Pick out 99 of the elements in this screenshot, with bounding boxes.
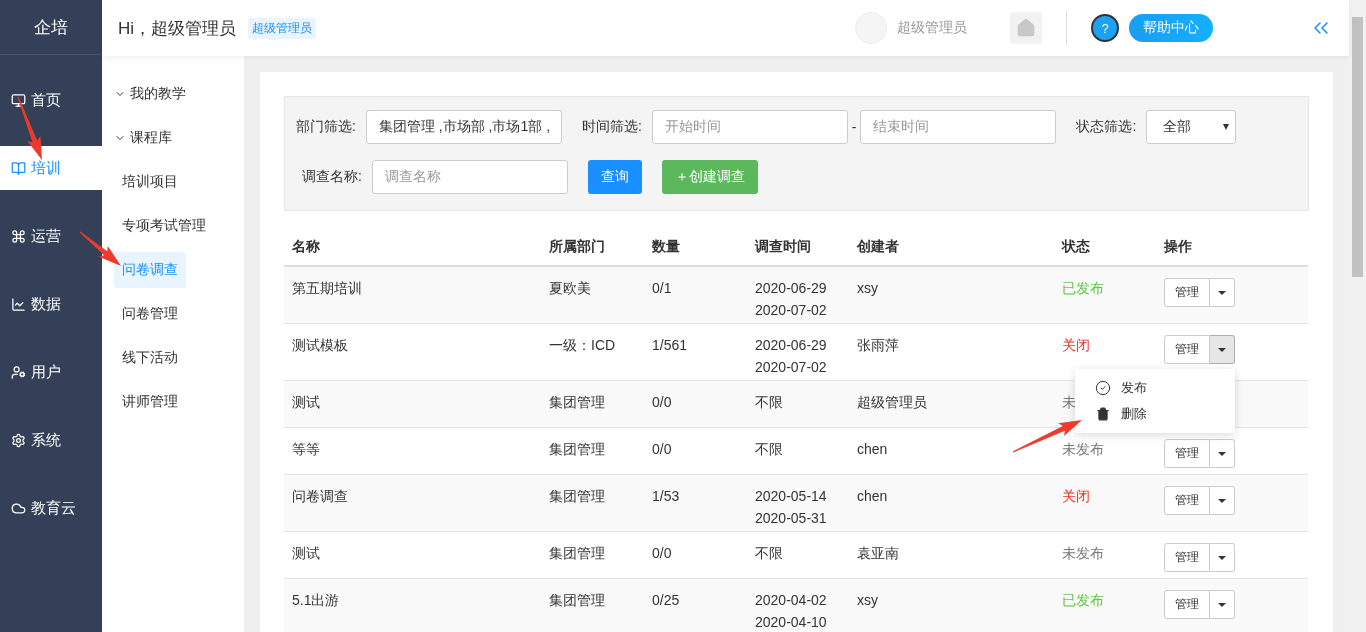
manage-button[interactable]: 管理 (1164, 543, 1210, 572)
table-cell-text: 5.1出游 (291, 591, 341, 610)
table-cell-text: 0/0 (651, 440, 673, 459)
menu-group[interactable]: 我的教学 (114, 76, 194, 112)
monitor-icon (11, 92, 26, 108)
field-label: 部门筛选: (296, 118, 356, 136)
menu-item[interactable]: 线下活动 (114, 340, 186, 376)
table-cell-text: 0/25 (651, 591, 681, 610)
manage-button[interactable]: 管理 (1164, 278, 1210, 307)
menu-item[interactable]: 专项考试管理 (114, 208, 214, 244)
field-label: 调查名称: (302, 168, 362, 186)
nav-item[interactable]: 数据 (0, 282, 102, 326)
table-cell-text: 等等 (291, 440, 321, 459)
nav-item[interactable]: 教育云 (0, 486, 102, 530)
user-icon (11, 364, 26, 380)
table-cell-text: 集团管理 (548, 393, 606, 412)
table-cell-text: 2020-06-29 2020-07-02 (754, 336, 828, 377)
home-button[interactable] (1010, 12, 1042, 44)
table-cell-text: 1/561 (651, 336, 689, 355)
table-cell-text: 问卷调查 (291, 487, 349, 506)
table-cell-text: 2020-04-02 2020-04-10 (754, 591, 828, 632)
table-cell-text: 夏欧美 (548, 279, 592, 298)
table-cell-text: 第五期培训 (291, 279, 363, 298)
table-cell-text: 不限 (754, 544, 784, 563)
trash-icon (1095, 406, 1111, 422)
chart-icon (11, 296, 26, 312)
table-cell-text: 2020-06-29 2020-07-02 (754, 279, 828, 320)
table-cell-text: 测试模板 (291, 336, 349, 355)
table-cell-text: 集团管理 (548, 591, 606, 610)
dropdown-toggle[interactable] (1210, 590, 1235, 619)
nav-item[interactable]: 用户 (0, 350, 102, 394)
status-text: 已发布 (1062, 591, 1104, 610)
annotation-arrow (79, 231, 121, 266)
manage-button[interactable]: 管理 (1164, 590, 1210, 619)
table-cell-text: 集团管理 (548, 487, 606, 506)
table-cell-text: 集团管理 (548, 440, 606, 459)
dropdown-toggle[interactable] (1210, 543, 1235, 572)
table-cell-text: 超级管理员 (856, 393, 928, 412)
table-cell-text: 不限 (754, 440, 784, 459)
table-cell-text: 测试 (291, 393, 321, 412)
table-cell-text: xsy (856, 279, 879, 298)
table-cell-text: 测试 (291, 544, 321, 563)
menu-item[interactable]: 讲师管理 (114, 384, 186, 420)
home-icon (1016, 18, 1036, 38)
status-text: 未发布 (1062, 440, 1104, 459)
table-cell-text: 集团管理 (548, 544, 606, 563)
column-header: 调查时间 (753, 238, 812, 256)
nav-item[interactable]: 运营 (0, 214, 102, 258)
cloud-icon (11, 500, 26, 516)
greeting: Hi，超级管理员 (118, 17, 237, 40)
gear-icon (11, 432, 26, 448)
menu-group[interactable]: 课程库 (114, 120, 180, 156)
separator: - (851, 119, 857, 135)
table-cell-text: 张雨萍 (856, 336, 900, 355)
table-cell-text: 袁亚南 (856, 544, 900, 563)
table-cell-text: 2020-05-14 2020-05-31 (754, 487, 828, 528)
role-badge: 超级管理员 (248, 17, 317, 39)
column-header: 数量 (651, 238, 681, 256)
dropdown-toggle[interactable] (1210, 278, 1235, 307)
menu-item[interactable]: 培训项目 (114, 164, 186, 200)
menu-item[interactable]: 删除 (1075, 401, 1235, 427)
manage-button[interactable]: 管理 (1164, 439, 1210, 468)
scrollbar[interactable] (1349, 0, 1366, 632)
check-circle-icon (1095, 380, 1111, 396)
table-cell-text: 0/1 (651, 279, 673, 298)
status-text: 已发布 (1062, 279, 1104, 298)
column-header: 所属部门 (548, 238, 606, 256)
table-cell-text: 0/0 (651, 393, 673, 412)
status-select[interactable]: 全部 (1146, 110, 1237, 144)
field-label: 状态筛选: (1076, 118, 1137, 136)
table-cell-text: 0/0 (651, 544, 673, 563)
department-field[interactable]: 集团管理 ,市场部 ,市场1部 , (365, 110, 562, 144)
status-text: 未发布 (1062, 544, 1104, 563)
table-cell-text: 1/53 (651, 487, 681, 506)
status-text: 未 (1062, 393, 1076, 412)
nav-item[interactable]: 系统 (0, 418, 102, 462)
status-text: 关闭 (1062, 336, 1090, 355)
dropdown-toggle[interactable] (1210, 335, 1235, 364)
command-icon (11, 228, 26, 244)
manage-button[interactable]: 管理 (1164, 335, 1210, 364)
table-cell-text: 一级：ICD (548, 336, 617, 355)
dropdown-toggle[interactable] (1210, 486, 1235, 515)
menu-item[interactable]: 发布 (1075, 375, 1235, 401)
column-header: 名称 (291, 238, 321, 256)
caret-icon (1223, 124, 1230, 130)
manage-button[interactable]: 管理 (1164, 486, 1210, 515)
table-cell-text: chen (856, 487, 889, 506)
menu-item[interactable]: 问卷管理 (114, 296, 186, 332)
table-cell-text: chen (856, 440, 889, 459)
nav-item[interactable]: 首页 (0, 78, 102, 122)
table-cell-text: xsy (856, 591, 879, 610)
column-header: 操作 (1163, 238, 1193, 256)
table-cell-text: 不限 (754, 393, 784, 412)
column-header: 状态 (1060, 238, 1091, 256)
field-label: 时间筛选: (581, 118, 642, 136)
book-icon (11, 160, 26, 176)
column-header: 创建者 (856, 238, 900, 256)
dropdown-toggle[interactable] (1210, 439, 1235, 468)
status-text: 关闭 (1062, 487, 1090, 506)
